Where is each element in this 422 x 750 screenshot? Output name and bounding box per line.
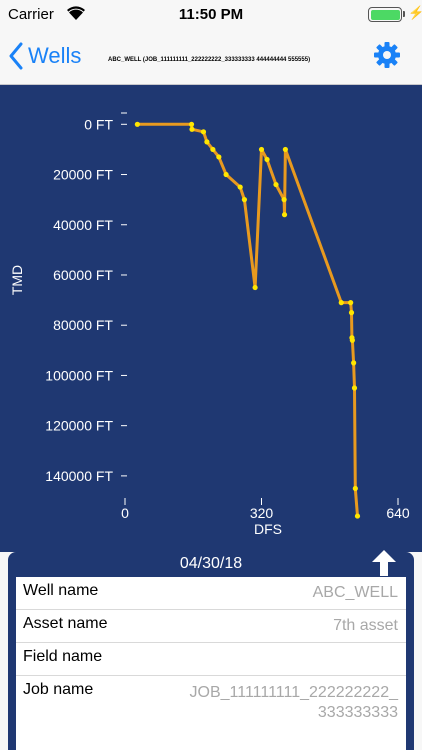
data-point xyxy=(188,121,195,127)
data-point xyxy=(252,284,258,291)
data-point xyxy=(210,146,216,153)
chevron-left-icon xyxy=(9,42,23,70)
row-label: Asset name xyxy=(23,615,108,632)
data-point xyxy=(264,156,270,163)
data-point xyxy=(134,121,140,127)
detail-panel: 04/30/18 Well name ABC_WELL Asset name 7… xyxy=(8,550,414,750)
y-tick-label: 0 FT xyxy=(84,116,113,132)
data-point xyxy=(204,139,210,145)
y-tick-label: 120000 FT xyxy=(45,418,113,434)
y-tick-label: 140000 FT xyxy=(45,468,113,484)
chart-area[interactable]: 0 FT 20000 FT 40000 FT 60000 FT 80000 FT 1000… xyxy=(0,85,422,552)
data-point xyxy=(348,300,354,306)
data-point xyxy=(349,337,355,343)
data-point xyxy=(189,126,195,132)
navigation-bar: Wells ABC_WELL (JOB_111111111_222222222_… xyxy=(0,30,422,85)
data-point xyxy=(237,184,243,190)
data-point xyxy=(351,385,358,391)
nav-title: ABC_WELL (JOB_111111111_222222222_333333… xyxy=(108,57,311,63)
status-bar: Carrier 11:50 PM ⚡ xyxy=(0,0,422,30)
x-tick-label: 640 xyxy=(386,505,410,521)
row-value: ABC_WELL xyxy=(312,584,398,601)
y-tick-label: 80000 FT xyxy=(53,317,113,333)
settings-button[interactable] xyxy=(372,40,402,70)
y-tick-label: 100000 FT xyxy=(45,367,113,383)
data-point xyxy=(223,171,229,178)
row-label: Well name xyxy=(23,582,99,599)
battery-tip xyxy=(403,11,405,17)
data-point xyxy=(282,146,288,153)
data-point xyxy=(200,129,207,135)
data-point xyxy=(354,513,361,519)
data-point xyxy=(352,485,358,492)
back-label: Wells xyxy=(28,43,82,68)
detail-date: 04/30/18 xyxy=(179,555,243,572)
data-point xyxy=(338,300,344,306)
row-label: Field name xyxy=(23,648,103,665)
data-point xyxy=(241,197,248,203)
y-tick-label: 20000 FT xyxy=(53,167,113,183)
x-axis-title: DFS xyxy=(254,521,282,537)
data-point xyxy=(273,181,279,188)
data-point xyxy=(281,212,288,218)
detail-row-field-name: Field name xyxy=(16,643,406,676)
row-value: JOB_111111111_222222222_333333333 xyxy=(189,684,398,721)
data-point xyxy=(216,154,222,160)
detail-header: 04/30/18 xyxy=(8,550,414,577)
y-tick-label: 60000 FT xyxy=(53,267,113,283)
row-label: Job name xyxy=(23,681,94,698)
charging-icon: ⚡ xyxy=(408,5,422,20)
battery-icon xyxy=(368,7,402,22)
y-axis-title: TMD xyxy=(9,265,25,295)
detail-row-well-name: Well name ABC_WELL xyxy=(16,577,406,610)
data-point xyxy=(258,146,265,153)
status-time: 11:50 PM xyxy=(178,6,244,23)
x-tick-label: 320 xyxy=(250,505,274,521)
tmd-dfs-chart[interactable]: 0 FT 20000 FT 40000 FT 60000 FT 80000 FT 1000… xyxy=(0,85,422,552)
data-point xyxy=(348,310,355,316)
x-tick-label: 0 xyxy=(121,505,129,521)
series-line xyxy=(137,122,359,517)
back-button[interactable]: Wells xyxy=(8,40,81,72)
data-point xyxy=(281,197,287,203)
y-tick-label: 40000 FT xyxy=(53,217,113,233)
expand-button[interactable] xyxy=(370,548,398,578)
detail-list: Well name ABC_WELL Asset name 7th asset … xyxy=(8,577,414,750)
gear-icon xyxy=(374,42,400,68)
arrow-up-icon xyxy=(372,550,396,576)
detail-row-job-name: Job name JOB_111111111_222222222_3333333… xyxy=(16,676,406,736)
detail-row-asset-name: Asset name 7th asset xyxy=(16,610,406,643)
data-point xyxy=(351,360,357,366)
row-value: 7th asset xyxy=(333,617,398,634)
